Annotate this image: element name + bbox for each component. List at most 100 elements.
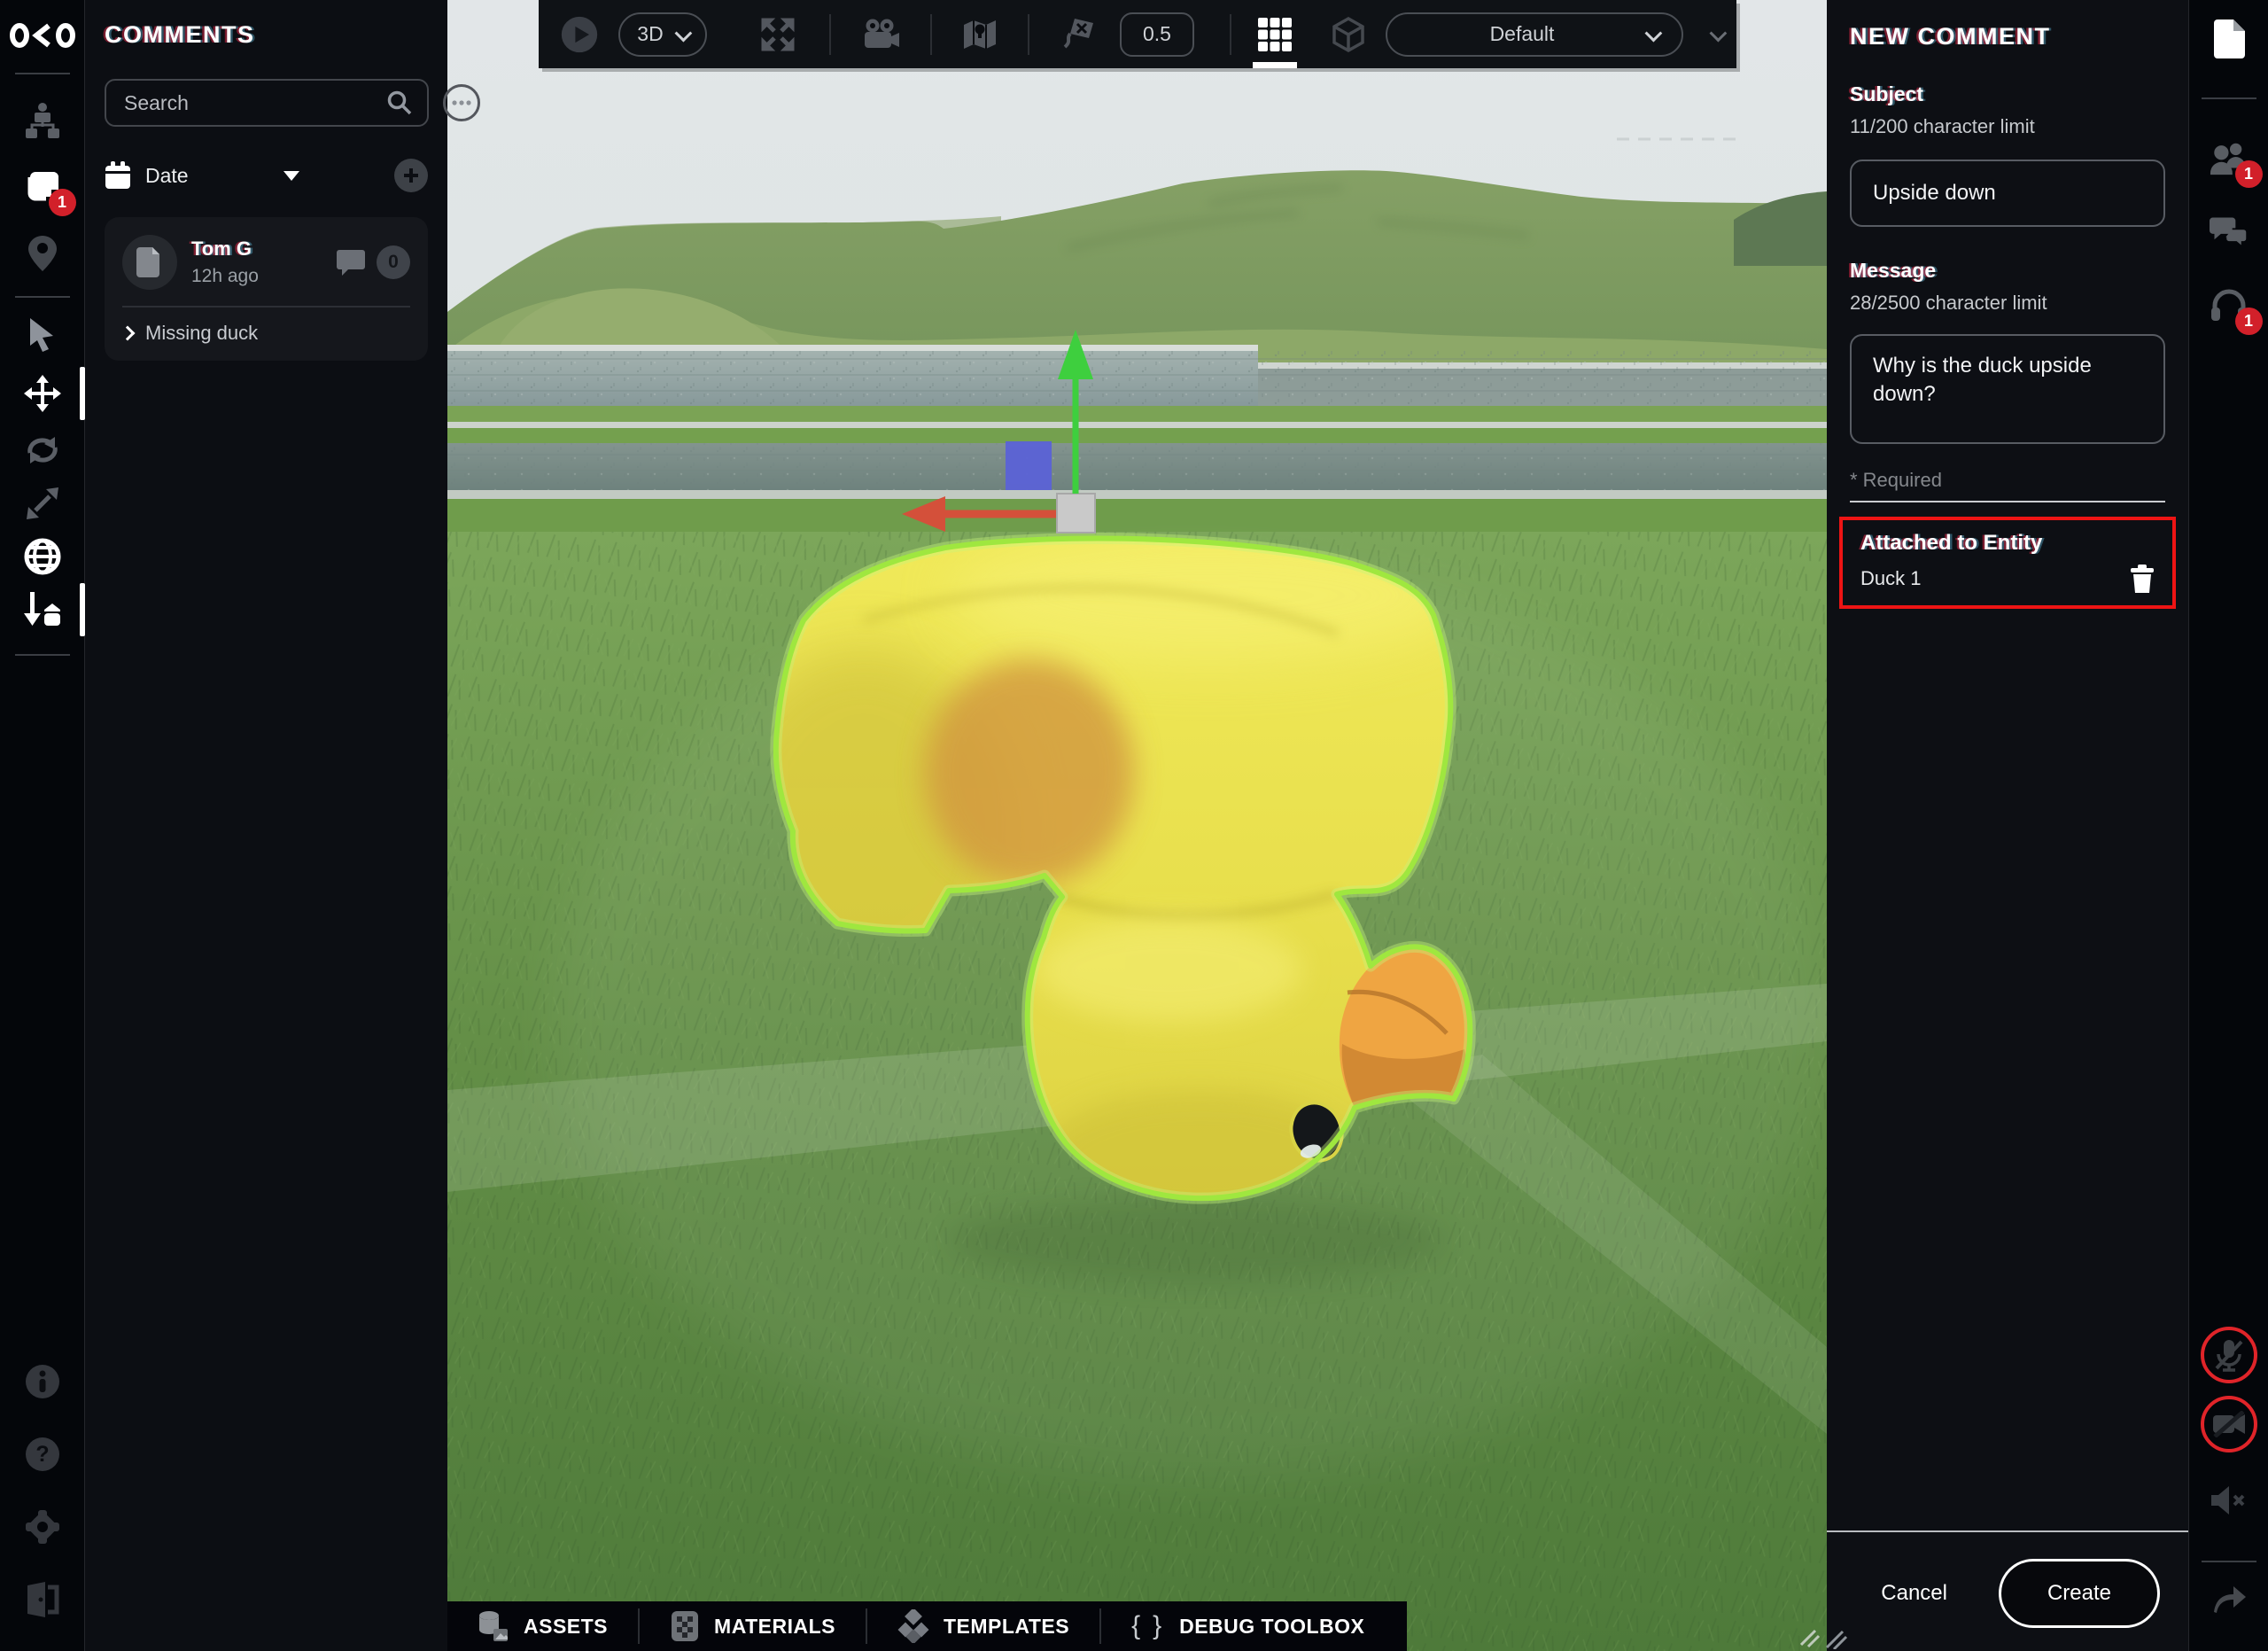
chevron-right-icon [120, 326, 136, 341]
sidebar-item-hierarchy[interactable] [23, 101, 62, 140]
camera-button[interactable] [861, 15, 900, 54]
duck-shadow [948, 1198, 1444, 1283]
help-button[interactable]: ? [23, 1435, 62, 1474]
toolbar-collapse-button[interactable] [1697, 15, 1736, 54]
globe-icon [23, 537, 62, 576]
create-button[interactable]: Create [1999, 1559, 2160, 1628]
viewport-3d[interactable]: 3D 0.5 [447, 0, 1827, 1651]
rail-divider [2202, 97, 2256, 99]
tool-world-space[interactable] [23, 537, 62, 576]
comment-subject-row[interactable]: Missing duck [122, 322, 410, 345]
right-toolbar: 1 1 [2188, 0, 2268, 1651]
help-icon: ? [24, 1436, 61, 1473]
comment-card-header: Tom G 12h ago 0 [122, 235, 410, 290]
grid-size-field[interactable]: 0.5 [1120, 12, 1194, 57]
document-icon [136, 247, 163, 277]
wall-top-edge [447, 345, 1258, 352]
tool-move[interactable] [23, 374, 62, 413]
tab-label: MATERIALS [714, 1615, 835, 1639]
participants-button[interactable]: 1 [2210, 138, 2249, 177]
share-button[interactable] [2210, 1578, 2249, 1617]
tab-debug-toolbox[interactable]: { } DEBUG TOOLBOX [1101, 1601, 1394, 1651]
tab-materials[interactable]: MATERIALS [640, 1601, 866, 1651]
mic-muted-icon [2214, 1338, 2244, 1372]
sort-row: Date [105, 159, 428, 192]
road-edge [447, 490, 1827, 499]
speaker-muted-button[interactable] [2210, 1481, 2249, 1520]
file-icon [2213, 19, 2245, 58]
wireframe-toggle[interactable] [1329, 15, 1368, 54]
grid-size-value: 0.5 [1143, 22, 1171, 46]
materials-icon [670, 1609, 700, 1643]
annotation-kite-icon [1061, 17, 1097, 52]
search-options-button[interactable] [443, 84, 480, 121]
comment-card[interactable]: Tom G 12h ago 0 Missing duck [105, 217, 428, 361]
tab-assets[interactable]: ASSETS [447, 1601, 638, 1651]
footer-actions: Cancel Create [1850, 1532, 2165, 1651]
scene-canvas[interactable] [447, 0, 1827, 1651]
tool-select[interactable] [23, 315, 62, 354]
subject-label: Subject [1850, 82, 2165, 106]
search-input[interactable] [124, 91, 386, 115]
dimension-mode-select[interactable]: 3D [618, 12, 707, 57]
fullscreen-button[interactable] [758, 15, 797, 54]
trash-icon[interactable] [2130, 565, 2155, 593]
chevron-down-icon [1645, 24, 1663, 42]
gear-icon [24, 1508, 61, 1546]
chat-button[interactable] [2210, 213, 2249, 252]
subject-field[interactable]: Upside down [1850, 160, 2165, 227]
message-field[interactable]: Why is the duck upside down? [1850, 334, 2165, 444]
voice-button[interactable]: 1 [2210, 285, 2249, 324]
search-box[interactable] [105, 79, 429, 127]
bottom-tab-bar: ASSETS MATERIALS TEMPLATES { } DEBUG TOO… [447, 1601, 1407, 1651]
move-icon [23, 374, 62, 413]
tab-templates[interactable]: TEMPLATES [867, 1601, 1099, 1651]
sidebar-item-comments[interactable]: 1 [23, 167, 62, 206]
share-arrow-icon [2210, 1582, 2248, 1614]
scale-icon [25, 486, 60, 521]
mic-muted-button[interactable] [2201, 1327, 2257, 1383]
message-counter: 28/2500 character limit [1850, 292, 2165, 315]
braces-icon: { } [1131, 1611, 1165, 1641]
grid-toggle[interactable] [1256, 0, 1293, 68]
message-label: Message [1850, 259, 2165, 283]
comment-author: Tom G [191, 238, 259, 261]
gizmo-plane-handle[interactable] [1006, 441, 1052, 490]
gizmo-center-handle[interactable] [1057, 494, 1095, 533]
add-comment-button[interactable] [394, 159, 428, 192]
road-line [447, 422, 1827, 428]
tool-rotate[interactable] [23, 431, 62, 470]
panel-resize-handle[interactable] [1823, 1626, 1850, 1649]
attached-entity-name: Duck 1 [1860, 567, 1921, 590]
search-icon [386, 90, 413, 116]
camera-preset-select[interactable]: Default [1386, 12, 1683, 57]
sort-caret-icon[interactable] [284, 171, 299, 181]
minimap-button[interactable] [960, 15, 999, 54]
attached-entity-row: Duck 1 [1860, 565, 2155, 593]
info-button[interactable] [23, 1362, 62, 1401]
comment-card-divider [122, 306, 410, 308]
exit-button[interactable] [23, 1580, 62, 1619]
oko-logo[interactable] [5, 19, 80, 51]
comments-panel: COMMENTS Date Tom G [85, 0, 447, 1651]
notes-button[interactable] [2210, 19, 2249, 58]
sort-label: Date [145, 164, 189, 188]
comment-subject: Missing duck [145, 322, 258, 345]
comments-panel-title: COMMENTS [105, 21, 428, 49]
settings-button[interactable] [23, 1507, 62, 1546]
sidebar-item-locations[interactable] [23, 234, 62, 273]
active-tool-indicator [80, 583, 85, 636]
annotation-tool-button[interactable] [1060, 15, 1099, 54]
attached-entity-label: Attached to Entity [1860, 531, 2155, 556]
panel-spacer [1850, 609, 2165, 1530]
hierarchy-icon [24, 102, 61, 139]
grass-band [447, 428, 1827, 443]
tool-scale[interactable] [23, 484, 62, 523]
voice-badge: 1 [2235, 308, 2263, 335]
cancel-button[interactable]: Cancel [1881, 1581, 1947, 1606]
play-button[interactable] [560, 15, 599, 54]
camera-muted-button[interactable] [2201, 1396, 2257, 1452]
snap-icon [23, 590, 62, 629]
grass-band [447, 499, 1827, 534]
tool-snap[interactable] [23, 590, 62, 629]
